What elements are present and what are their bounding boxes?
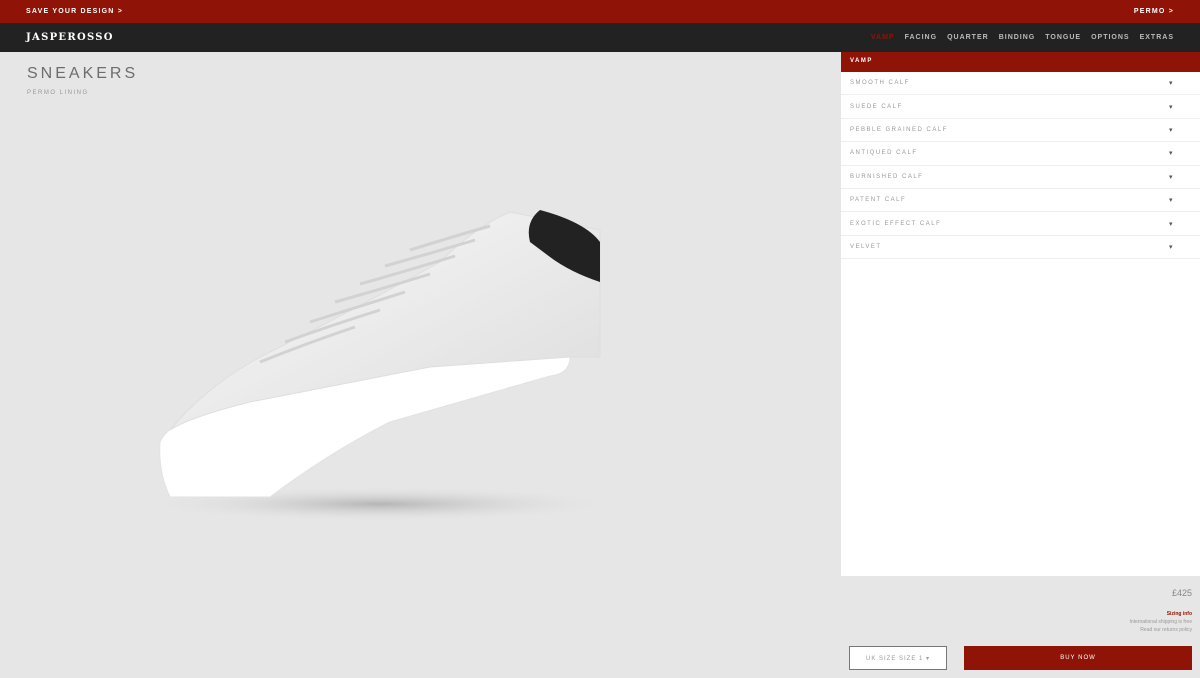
chevron-down-icon: ▾: [1168, 126, 1174, 134]
panel-header: VAMP: [841, 52, 1200, 72]
permo-link[interactable]: PERMO >: [1134, 8, 1174, 15]
tab-facing[interactable]: FACING: [905, 34, 937, 41]
chevron-down-icon: ▾: [1168, 80, 1174, 88]
tab-extras[interactable]: EXTRAS: [1140, 34, 1174, 41]
nav-tabs: VAMP FACING QUARTER BINDING TONGUE OPTIO…: [871, 34, 1174, 41]
buy-now-button[interactable]: BUY NOW: [964, 646, 1192, 670]
chevron-down-icon: ▾: [1168, 220, 1174, 228]
option-suede-calf[interactable]: SUEDE CALF ▾: [841, 95, 1200, 119]
chevron-down-icon: ▾: [1168, 103, 1174, 111]
tab-quarter[interactable]: QUARTER: [947, 34, 989, 41]
page-title: SNEAKERS: [27, 65, 139, 82]
sizing-info-link[interactable]: Sizing info: [1167, 611, 1192, 617]
option-label: ANTIQUED CALF: [850, 150, 918, 157]
option-label: EXOTIC EFFECT CALF: [850, 220, 942, 227]
returns-link[interactable]: Read our returns policy: [1140, 627, 1192, 633]
option-antiqued-calf[interactable]: ANTIQUED CALF ▾: [841, 142, 1200, 166]
chevron-down-icon: ▾: [1168, 197, 1174, 205]
price: £425: [1171, 588, 1192, 598]
tab-options[interactable]: OPTIONS: [1091, 34, 1130, 41]
size-select[interactable]: UK SIZE SIZE 1 ▾: [849, 646, 947, 670]
tab-tongue[interactable]: TONGUE: [1045, 34, 1081, 41]
logo[interactable]: JASPEROSSO: [26, 32, 114, 43]
chevron-down-icon: ▾: [1168, 243, 1174, 251]
shipping-note: International shipping is free: [1129, 619, 1192, 625]
option-velvet[interactable]: VELVET ▾: [841, 236, 1200, 260]
purchase-footer: £425 Sizing info International shipping …: [841, 576, 1200, 678]
nav-bar: JASPEROSSO VAMP FACING QUARTER BINDING T…: [0, 23, 1200, 52]
option-label: SUEDE CALF: [850, 103, 903, 110]
option-patent-calf[interactable]: PATENT CALF ▾: [841, 189, 1200, 213]
option-smooth-calf[interactable]: SMOOTH CALF ▾: [841, 72, 1200, 96]
chevron-down-icon: ▾: [1168, 150, 1174, 158]
option-label: BURNISHED CALF: [850, 173, 924, 180]
option-exotic-effect-calf[interactable]: EXOTIC EFFECT CALF ▾: [841, 212, 1200, 236]
option-burnished-calf[interactable]: BURNISHED CALF ▾: [841, 166, 1200, 189]
tab-binding[interactable]: BINDING: [999, 34, 1036, 41]
option-label: SMOOTH CALF: [850, 80, 910, 87]
options-panel: VAMP SMOOTH CALF ▾ SUEDE CALF ▾ PEBBLE G…: [841, 52, 1200, 678]
option-label: PEBBLE GRAINED CALF: [850, 126, 948, 133]
option-pebble-grained-calf[interactable]: PEBBLE GRAINED CALF ▾: [841, 119, 1200, 143]
chevron-down-icon: ▾: [1168, 173, 1174, 181]
save-design-link[interactable]: SAVE YOUR DESIGN >: [26, 8, 123, 15]
option-label: VELVET: [850, 243, 882, 250]
option-label: PATENT CALF: [850, 197, 907, 204]
tab-vamp[interactable]: VAMP: [871, 34, 895, 41]
product-stage: SNEAKERS PERMO LINING: [0, 52, 841, 678]
sneaker-image[interactable]: [130, 152, 650, 532]
page-subtitle: PERMO LINING: [27, 90, 89, 96]
promo-bar: SAVE YOUR DESIGN > PERMO >: [0, 0, 1200, 23]
